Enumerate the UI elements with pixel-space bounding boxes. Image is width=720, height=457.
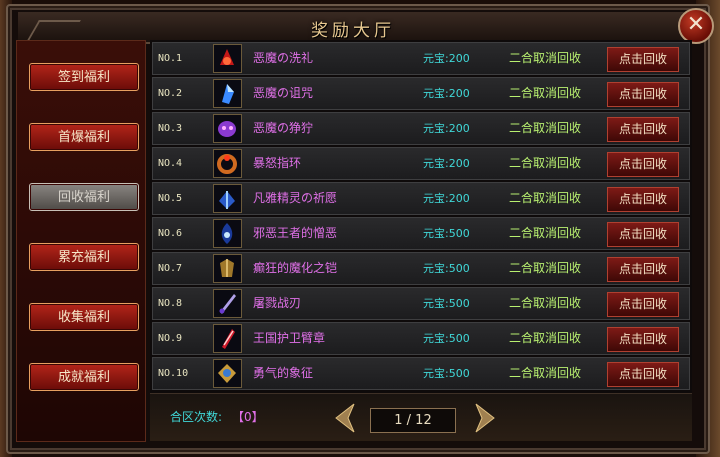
item-price: 元宝:500 [423,332,470,345]
sidebar-item-achievement[interactable]: 成就福利 [29,363,139,391]
recycle-button[interactable]: 点击回收 [607,187,679,212]
violet-blade-icon [213,289,242,318]
merge-cancel-note: 二合取消回收 [509,331,582,345]
merge-count-label: 合区次数: [170,410,223,424]
merge-cancel-note: 二合取消回收 [509,296,582,310]
merge-cancel-note: 二合取消回收 [509,261,582,275]
item-name: 癫狂的魔化之铠 [253,261,338,275]
table-row: NO.4 暴怒指环 元宝:200 二合取消回收 点击回收 [152,147,690,180]
recycle-table: NO.1 恶魔の洗礼 元宝:200 二合取消回收 点击回收 NO.2 恶魔の诅咒… [150,40,692,440]
merge-cancel-note: 二合取消回收 [509,121,582,135]
table-row: NO.7 癫狂的魔化之铠 元宝:500 二合取消回收 点击回收 [152,252,690,285]
gold-emblem-icon [213,359,242,388]
red-helmet-icon [213,44,242,73]
recycle-button[interactable]: 点击回收 [607,292,679,317]
recycle-button[interactable]: 点击回收 [607,152,679,177]
row-number: NO.8 [158,298,183,309]
table-row: NO.6 邪恶王者的憎恶 元宝:500 二合取消回收 点击回收 [152,217,690,250]
sidebar-item-recycle[interactable]: 回收福利 [29,183,139,211]
blue-wings-icon [213,184,242,213]
item-price: 元宝:200 [423,157,470,170]
row-number: NO.6 [158,228,183,239]
merge-cancel-note: 二合取消回收 [509,226,582,240]
item-name: 恶魔の诅咒 [253,86,314,100]
pagination-footer: 合区次数: 【0】 1 / 12 [150,393,692,441]
row-number: NO.4 [158,158,183,169]
red-armband-icon [213,324,242,353]
item-name: 王国护卫臂章 [253,331,326,345]
recycle-button[interactable]: 点击回收 [607,257,679,282]
row-number: NO.3 [158,123,183,134]
merge-count-value: 【0】 [232,410,264,424]
item-name: 勇气的象征 [253,366,314,380]
item-name: 屠戮战刃 [253,296,302,310]
close-button[interactable]: ✕ [678,8,714,44]
merge-cancel-note: 二合取消回收 [509,86,582,100]
gold-armor-icon [213,254,242,283]
sidebar: 签到福利 首爆福利 回收福利 累充福利 收集福利 成就福利 [16,40,146,442]
item-price: 元宝:200 [423,87,470,100]
recycle-button[interactable]: 点击回收 [607,47,679,72]
chevron-right-icon [475,403,495,433]
merge-cancel-note: 二合取消回收 [509,51,582,65]
close-icon: ✕ [686,12,706,37]
row-number: NO.9 [158,333,183,344]
recycle-button[interactable]: 点击回收 [607,222,679,247]
item-name: 凡雅精灵の祈愿 [253,191,338,205]
item-price: 元宝:500 [423,297,470,310]
table-row: NO.9 王国护卫臂章 元宝:500 二合取消回收 点击回收 [152,322,690,355]
table-row: NO.10 勇气的象征 元宝:500 二合取消回收 点击回收 [152,357,690,390]
fire-ring-icon [213,149,242,178]
recycle-button[interactable]: 点击回收 [607,82,679,107]
chevron-left-icon [335,403,355,433]
row-number: NO.5 [158,193,183,204]
item-price: 元宝:200 [423,192,470,205]
table-row: NO.2 恶魔の诅咒 元宝:200 二合取消回收 点击回收 [152,77,690,110]
recycle-button[interactable]: 点击回收 [607,117,679,142]
blue-crystal-icon [213,79,242,108]
table-row: NO.8 屠戮战刃 元宝:500 二合取消回收 点击回收 [152,287,690,320]
item-price: 元宝:500 [423,262,470,275]
prev-page-button[interactable] [330,402,360,434]
next-page-button[interactable] [470,402,500,434]
table-row: NO.1 恶魔の洗礼 元宝:200 二合取消回收 点击回收 [152,42,690,75]
page-indicator: 1 / 12 [370,408,456,433]
sidebar-item-signin[interactable]: 签到福利 [29,63,139,91]
table-row: NO.5 凡雅精灵の祈愿 元宝:200 二合取消回收 点击回收 [152,182,690,215]
item-name: 邪恶王者的憎恶 [253,226,338,240]
merge-cancel-note: 二合取消回收 [509,366,582,380]
purple-mask-icon [213,114,242,143]
row-number: NO.1 [158,53,183,64]
sidebar-item-recharge[interactable]: 累充福利 [29,243,139,271]
row-number: NO.10 [158,368,189,379]
merge-cancel-note: 二合取消回收 [509,156,582,170]
item-price: 元宝:200 [423,52,470,65]
item-price: 元宝:500 [423,367,470,380]
sidebar-item-collect[interactable]: 收集福利 [29,303,139,331]
recycle-button[interactable]: 点击回收 [607,327,679,352]
sidebar-item-first-drop[interactable]: 首爆福利 [29,123,139,151]
row-number: NO.7 [158,263,183,274]
table-row: NO.3 恶魔の狰狞 元宝:200 二合取消回收 点击回收 [152,112,690,145]
window-title: 奖励大厅 [311,21,395,41]
item-price: 元宝:500 [423,227,470,240]
item-name: 暴怒指环 [253,156,302,170]
row-number: NO.2 [158,88,183,99]
merge-cancel-note: 二合取消回收 [509,191,582,205]
item-name: 恶魔の狰狞 [253,121,314,135]
blue-flame-icon [213,219,242,248]
item-name: 恶魔の洗礼 [253,51,314,65]
recycle-button[interactable]: 点击回收 [607,362,679,387]
item-price: 元宝:200 [423,122,470,135]
